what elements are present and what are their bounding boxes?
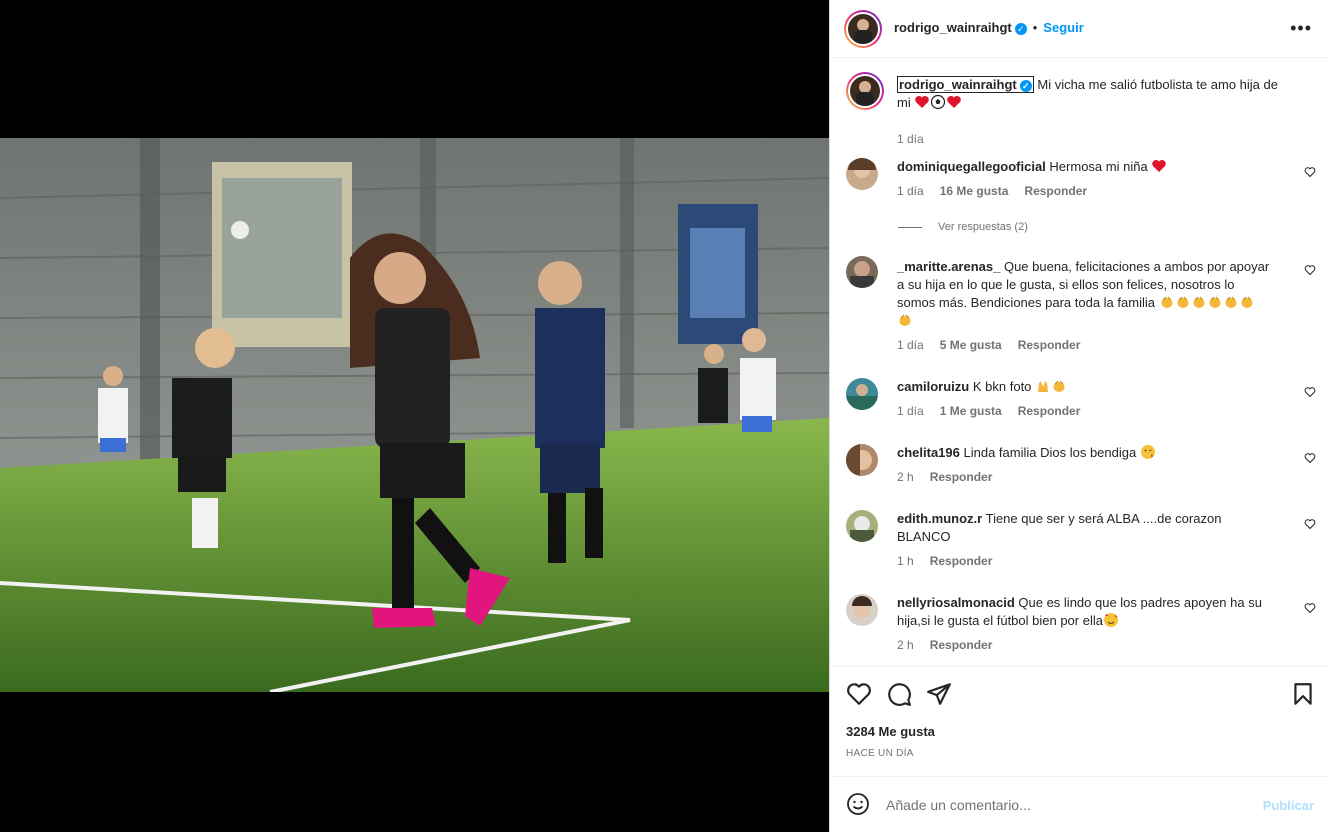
- comment-item: chelita196 Linda familia Dios los bendig…: [846, 444, 1316, 494]
- comment-time[interactable]: 1 h: [897, 554, 914, 568]
- reply-button[interactable]: Responder: [930, 554, 993, 568]
- post-photo[interactable]: [0, 138, 829, 692]
- comment-time[interactable]: 2 h: [897, 470, 914, 484]
- avatar[interactable]: [846, 594, 878, 626]
- avatar[interactable]: [846, 256, 878, 288]
- raised-hands-emoji-icon: [1038, 381, 1049, 392]
- comment-likes[interactable]: 5 Me gusta: [940, 338, 1002, 352]
- comment-text: Hermosa mi niña: [1049, 159, 1148, 174]
- more-options-icon[interactable]: •••: [1290, 18, 1312, 39]
- caption-text: Mi vicha me salió futbolista te amo hija…: [1037, 77, 1278, 92]
- comment-text: Tiene que ser y será ALBA ....de corazon: [985, 511, 1222, 526]
- clapping-hands-emoji-icon: [1225, 296, 1237, 308]
- caption-text-end: mi: [897, 95, 911, 110]
- like-comment-heart-icon[interactable]: [1304, 518, 1316, 530]
- comment-username[interactable]: dominiquegallegooficial: [897, 159, 1046, 174]
- reply-button[interactable]: Responder: [930, 470, 993, 484]
- caption-avatar-ring[interactable]: [846, 72, 884, 110]
- clapping-hands-emoji-icon: [1209, 296, 1221, 308]
- reply-button[interactable]: Responder: [1018, 338, 1081, 352]
- verified-badge-icon: ✓: [1014, 22, 1027, 35]
- comment-username[interactable]: _maritte.arenas_: [897, 259, 1000, 274]
- comment-text-line3: somos más. Bendiciones para toda la fami…: [897, 295, 1155, 310]
- soccer-photo-image: [0, 138, 829, 692]
- view-replies-button[interactable]: Ver respuestas (2): [898, 221, 1028, 233]
- like-comment-heart-icon[interactable]: [1304, 452, 1316, 464]
- comment-text: K bkn foto: [972, 379, 1032, 394]
- smiling-face-with-hearts-emoji-icon: [1103, 613, 1118, 627]
- like-comment-heart-icon[interactable]: [1304, 602, 1316, 614]
- avatar: [848, 14, 878, 44]
- send-icon[interactable]: [926, 681, 952, 707]
- reply-button[interactable]: Responder: [930, 638, 993, 652]
- separator-dot: •: [1032, 20, 1038, 35]
- comment-likes[interactable]: 16 Me gusta: [940, 184, 1009, 198]
- red-heart-emoji-icon: [1152, 160, 1167, 172]
- comment-username[interactable]: camiloruizu: [897, 379, 969, 394]
- comment-username[interactable]: edith.munoz.r: [897, 511, 982, 526]
- like-comment-heart-icon[interactable]: [1304, 166, 1316, 178]
- avatar[interactable]: [846, 510, 878, 542]
- follow-button[interactable]: Seguir: [1043, 20, 1083, 35]
- clapping-hands-emoji-icon: [1241, 296, 1253, 308]
- avatar[interactable]: [846, 378, 878, 410]
- comment-time[interactable]: 1 día: [897, 338, 924, 352]
- comments-list: rodrigo_wainraihgt ✓ Mi vicha me salió fu…: [830, 58, 1327, 667]
- face-blowing-kiss-emoji-icon: [1140, 445, 1155, 459]
- soccer-ball-emoji-icon: [931, 94, 946, 110]
- clapping-hands-emoji-icon: [899, 314, 911, 326]
- verified-badge-icon: ✓: [1019, 79, 1032, 92]
- comment-likes[interactable]: 1 Me gusta: [940, 404, 1002, 418]
- add-comment-bar: Añade un comentario... Publicar: [830, 777, 1327, 832]
- comment-text-line2: hija,si le gusta el fútbol bien por ella: [897, 613, 1103, 628]
- clapping-hands-emoji-icon: [1161, 296, 1173, 308]
- caption-time[interactable]: 1 día: [897, 132, 924, 146]
- comment-text-line2: BLANCO: [897, 529, 951, 544]
- bookmark-icon[interactable]: [1290, 681, 1316, 707]
- caption-username[interactable]: rodrigo_wainraihgt ✓: [897, 76, 1034, 93]
- story-ring[interactable]: [844, 10, 882, 48]
- comment-input[interactable]: Añade un comentario...: [886, 797, 1031, 813]
- comment-text: Que buena, felicitaciones a ambos por ap…: [1003, 259, 1270, 274]
- reply-button[interactable]: Responder: [1018, 404, 1081, 418]
- username-link[interactable]: rodrigo_wainraihgt: [894, 20, 1012, 35]
- clapping-hands-emoji-icon: [1177, 296, 1189, 308]
- replies-divider: [898, 226, 922, 228]
- red-heart-emoji-icon: [915, 96, 930, 108]
- likes-count[interactable]: 3284 Me gusta: [846, 724, 935, 739]
- publish-button[interactable]: Publicar: [1263, 798, 1314, 813]
- post-side-panel: rodrigo_wainraihgt ✓ • Seguir ••• rodrigo_w…: [829, 0, 1327, 832]
- caption: rodrigo_wainraihgt ✓ Mi vicha me salió fu…: [846, 70, 1316, 146]
- comment-time[interactable]: 2 h: [897, 638, 914, 652]
- avatar[interactable]: [846, 158, 878, 190]
- post-modal: rodrigo_wainraihgt ✓ • Seguir ••• rodrigo_w…: [0, 0, 1327, 832]
- red-heart-emoji-icon: [947, 96, 962, 108]
- comment-username[interactable]: nellyriosalmonacid: [897, 595, 1015, 610]
- like-comment-heart-icon[interactable]: [1304, 264, 1316, 276]
- clapping-hands-emoji-icon: [1053, 380, 1065, 392]
- comment-text: Que es lindo que los padres apoyen ha su: [1018, 595, 1262, 610]
- clapping-hands-emoji-icon: [1193, 296, 1205, 308]
- emoji-icon[interactable]: [846, 792, 870, 816]
- post-actions: 3284 Me gusta HACE UN DÍA: [830, 667, 1327, 777]
- comment-item: nellyriosalmonacid Que es lindo que los …: [846, 594, 1316, 660]
- comment-username[interactable]: chelita196: [897, 445, 960, 460]
- heart-icon[interactable]: [846, 681, 872, 707]
- comment-item: edith.munoz.r Tiene que ser y será ALBA …: [846, 510, 1316, 576]
- post-date[interactable]: HACE UN DÍA: [846, 748, 914, 759]
- reply-button[interactable]: Responder: [1024, 184, 1087, 198]
- comment-text-line2: a su hija en lo que le gusta, si ellos s…: [897, 277, 1235, 292]
- post-header: rodrigo_wainraihgt ✓ • Seguir •••: [830, 0, 1327, 58]
- comment-icon[interactable]: [886, 681, 912, 707]
- comment-text: Linda familia Dios los bendiga: [963, 445, 1137, 460]
- comment-time[interactable]: 1 día: [897, 184, 924, 198]
- comment-item: _maritte.arenas_ Que buena, felicitacion…: [846, 256, 1316, 356]
- avatar: [850, 76, 880, 106]
- post-media-area: [0, 0, 829, 832]
- comment-item: camiloruizu K bkn foto 1 día 1 Me gusta Re…: [846, 378, 1316, 428]
- avatar[interactable]: [846, 444, 878, 476]
- comment-time[interactable]: 1 día: [897, 404, 924, 418]
- like-comment-heart-icon[interactable]: [1304, 386, 1316, 398]
